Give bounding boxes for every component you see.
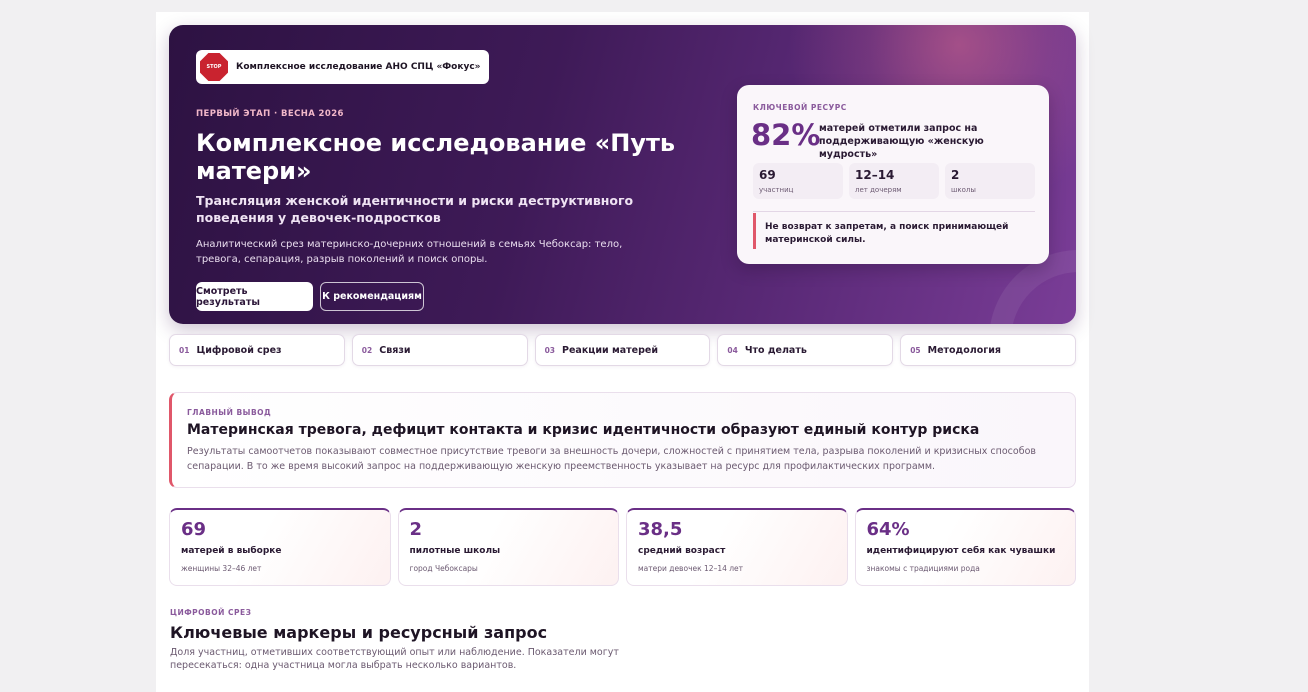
section-nav: 01 Цифровой срез 02 Связи 03 Реакции мат… bbox=[169, 334, 1076, 366]
divider bbox=[753, 211, 1035, 212]
page-title: Комплексное исследование «Путь матери» bbox=[196, 129, 676, 185]
stat-title: пилотные школы bbox=[409, 546, 501, 556]
resource-label: КЛЮЧЕВОЙ РЕСУРС bbox=[753, 103, 847, 112]
nav-label: Что делать bbox=[744, 344, 807, 356]
resource-stat-age: 12–14 лет дочерям bbox=[849, 163, 939, 199]
section-title: Ключевые маркеры и ресурсный запрос bbox=[170, 623, 548, 642]
nav-number: 01 bbox=[179, 345, 190, 355]
stat-value: 64% bbox=[866, 519, 910, 540]
stat-value: 69 bbox=[181, 519, 207, 540]
resource-percentage: 82% bbox=[751, 118, 821, 152]
key-resource-card: КЛЮЧЕВОЙ РЕСУРС 82% матерей отметили зап… bbox=[737, 85, 1049, 264]
resource-stat-schools: 2 школы bbox=[945, 163, 1035, 199]
stat-title: средний возраст bbox=[638, 546, 726, 556]
nav-item-mother-reactions[interactable]: 03 Реакции матерей bbox=[534, 334, 711, 366]
nav-item-methodology[interactable]: 05 Методология bbox=[900, 334, 1076, 366]
nav-item-connections[interactable]: 02 Связи bbox=[351, 334, 528, 366]
section-eyebrow: ЦИФРОВОЙ СРЕЗ bbox=[170, 608, 252, 617]
resource-stats: 69 участниц 12–14 лет дочерям 2 школы bbox=[753, 163, 1035, 199]
hero-eyebrow: ПЕРВЫЙ ЭТАП · ВЕСНА 2026 bbox=[196, 109, 344, 119]
stat-title: идентифицируют себя как чувашки bbox=[866, 546, 1056, 556]
recommendations-button[interactable]: К рекомендациям bbox=[320, 282, 424, 311]
nav-number: 03 bbox=[544, 345, 556, 355]
nav-number: 04 bbox=[727, 345, 738, 355]
stop-logo-icon: STOP bbox=[200, 53, 228, 81]
stat-value: 2 bbox=[409, 519, 423, 540]
main-finding-card: ГЛАВНЫЙ ВЫВОД Материнская тревога, дефиц… bbox=[169, 392, 1076, 488]
nav-number: 02 bbox=[361, 345, 373, 355]
stat-card-schools: 2 пилотные школы город Чебоксары bbox=[397, 508, 619, 586]
stat-value: 38,5 bbox=[638, 519, 683, 540]
finding-title: Материнская тревога, дефицит контакта и … bbox=[187, 422, 980, 438]
stat-card-identity: 64% идентифицируют себя как чувашки знак… bbox=[854, 508, 1076, 586]
finding-label: ГЛАВНЫЙ ВЫВОД bbox=[187, 408, 272, 417]
hero-banner: STOP Комплексное исследование АНО СПЦ «Ф… bbox=[169, 25, 1076, 324]
stat-card-average-age: 38,5 средний возраст матери девочек 12–1… bbox=[626, 508, 848, 586]
stat-subtitle: женщины 32–46 лет bbox=[181, 564, 262, 573]
finding-text: Результаты самоотчетов показывают совмес… bbox=[187, 446, 1036, 472]
page: STOP Комплексное исследование АНО СПЦ «Ф… bbox=[156, 12, 1089, 692]
stat-cards: 69 матерей в выборке женщины 32–46 лет 2… bbox=[169, 508, 1076, 586]
stat-card-sample: 69 матерей в выборке женщины 32–46 лет bbox=[169, 508, 391, 586]
resource-quote: Не возврат к запретам, а поиск принимающ… bbox=[753, 213, 1035, 249]
stat-title: матерей в выборке bbox=[181, 546, 282, 556]
view-results-button[interactable]: Смотреть результаты bbox=[196, 282, 313, 311]
brand-badge: STOP Комплексное исследование АНО СПЦ «Ф… bbox=[196, 50, 489, 84]
nav-label: Методология bbox=[927, 344, 1001, 356]
nav-item-what-to-do[interactable]: 04 Что делать bbox=[717, 334, 894, 366]
stat-subtitle: знакомы с традициями рода bbox=[866, 564, 980, 573]
nav-label: Связи bbox=[379, 344, 411, 356]
stat-subtitle: матери девочек 12–14 лет bbox=[638, 564, 744, 573]
nav-item-digital-slice[interactable]: 01 Цифровой срез bbox=[169, 334, 345, 366]
hero-description: Аналитический срез материнско-дочерних о… bbox=[196, 239, 623, 265]
brand-name: Комплексное исследование АНО СПЦ «Фокус» bbox=[236, 62, 481, 72]
nav-number: 05 bbox=[910, 345, 921, 355]
nav-label: Реакции матерей bbox=[562, 344, 658, 356]
nav-label: Цифровой срез bbox=[196, 344, 282, 356]
hero-subtitle: Трансляция женской идентичности и риски … bbox=[196, 193, 634, 225]
section-description: Доля участниц, отметивших соответствующи… bbox=[170, 647, 619, 671]
stat-subtitle: город Чебоксары bbox=[409, 564, 478, 573]
resource-stat-participants: 69 участниц bbox=[753, 163, 843, 199]
resource-description: матерей отметили запрос на поддерживающу… bbox=[819, 123, 984, 160]
